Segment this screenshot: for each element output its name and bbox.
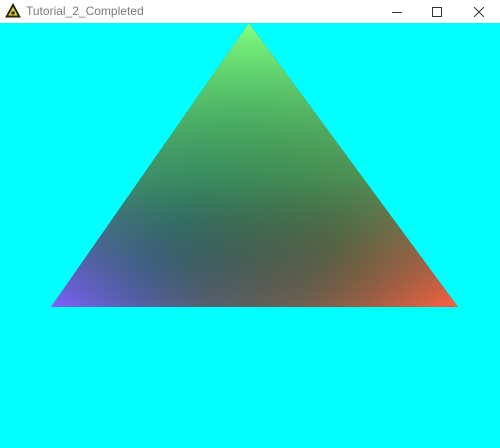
title-bar[interactable]: Tutorial_2_Completed (0, 0, 500, 23)
close-button[interactable] (456, 0, 500, 23)
close-icon (474, 6, 484, 17)
maximize-button[interactable] (414, 0, 460, 23)
maximize-icon (432, 6, 442, 17)
rendered-scene (51, 23, 458, 307)
minimize-icon (392, 11, 402, 13)
triangle-app-icon (5, 3, 21, 18)
window-title: Tutorial_2_Completed (26, 4, 144, 18)
gradient-triangle (51, 23, 458, 307)
render-viewport[interactable] (0, 23, 500, 448)
app-window: Tutorial_2_Completed (0, 0, 500, 448)
